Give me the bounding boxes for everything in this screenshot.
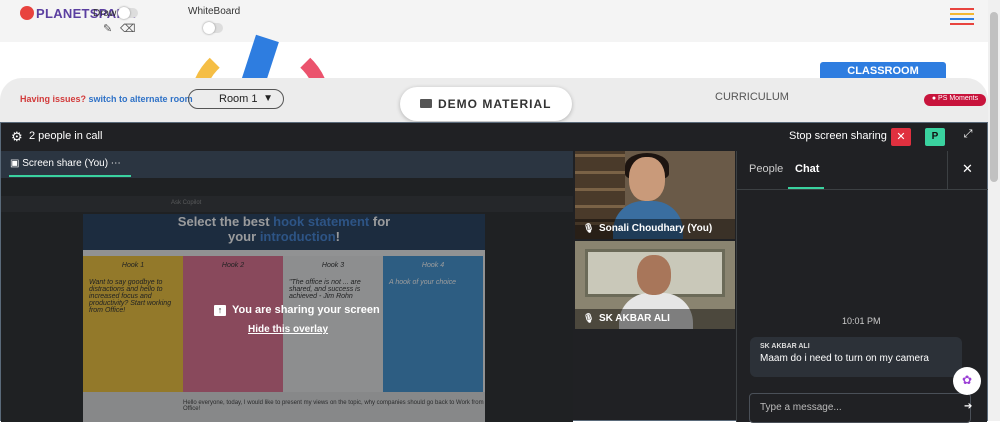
scrollbar[interactable]: [988, 0, 1000, 421]
stop-sharing-button[interactable]: ✕: [891, 128, 911, 146]
meeting-header: ⚙ 2 people in call Stop screen sharing ✕…: [1, 123, 987, 151]
demo-material-button[interactable]: DEMO MATERIAL: [400, 87, 572, 121]
screen-share-label: ▣ Screen share (You) ⋯: [10, 158, 121, 169]
tab-chat[interactable]: Chat: [795, 163, 819, 175]
gear-icon[interactable]: ⚙: [11, 129, 23, 145]
hide-overlay-link[interactable]: Hide this overlay: [248, 324, 328, 335]
whiteboard-toggle[interactable]: [203, 22, 223, 34]
room-select-value: Room 1: [219, 93, 258, 105]
hamburger-menu-icon[interactable]: [950, 8, 974, 28]
ps-moments-badge[interactable]: ● PS Moments: [924, 94, 986, 106]
divider: [947, 151, 948, 189]
message-sender: SK AKBAR ALI: [760, 343, 810, 350]
participant-name: SK AKBAR ALI: [599, 313, 670, 324]
draw-label: Draw: [93, 8, 117, 19]
chat-input[interactable]: Type a message... ➔: [749, 393, 972, 423]
whiteboard-label: WhiteBoard: [188, 6, 241, 17]
stop-sharing-label: Stop screen sharing: [789, 130, 887, 142]
alternate-room-link[interactable]: switch to alternate room: [89, 94, 193, 104]
participant-video[interactable]: 🎙 SK AKBAR ALI: [575, 241, 735, 329]
top-bar: PLANETSPARK Draw ✎ ⌫ WhiteBoard: [0, 0, 988, 42]
logo-icon: [20, 6, 34, 20]
brain-assistant-icon[interactable]: ✿: [953, 367, 981, 395]
mic-icon: 🎙: [583, 223, 595, 233]
close-icon[interactable]: ✕: [962, 161, 973, 177]
chat-message: SK AKBAR ALI Maam do i need to turn on m…: [750, 337, 962, 377]
tab-underline: [9, 175, 131, 177]
screen-share-tab[interactable]: ▣ Screen share (You) ⋯: [1, 151, 573, 178]
chevron-down-icon: ▼: [263, 93, 273, 104]
message-text: Maam do i need to turn on my camera: [760, 353, 929, 364]
share-overlay: [1, 178, 573, 422]
curriculum-tab[interactable]: CURRICULUM: [715, 91, 789, 103]
participant-face: [637, 255, 671, 295]
folder-icon: [420, 99, 432, 108]
send-icon[interactable]: ➔: [964, 401, 972, 412]
share-icon: ↑: [214, 305, 226, 316]
demo-material-label: DEMO MATERIAL: [438, 97, 552, 111]
eraser-icon[interactable]: ⌫: [120, 22, 136, 35]
people-count: 2 people in call: [29, 130, 103, 142]
draw-toggle[interactable]: [118, 7, 138, 19]
mic-icon: 🎙: [583, 313, 595, 323]
ps-moments-label: PS Moments: [938, 95, 979, 102]
participant-name-bar: 🎙 SK AKBAR ALI: [575, 309, 735, 329]
participant-video[interactable]: 🎙 Sonali Choudhary (You): [575, 151, 735, 239]
p-badge-button[interactable]: P: [925, 128, 945, 146]
sharing-message-text: You are sharing your screen: [232, 304, 380, 316]
divider: [737, 189, 988, 190]
chat-timestamp: 10:01 PM: [842, 316, 881, 326]
participant-name-bar: 🎙 Sonali Choudhary (You): [575, 219, 735, 239]
scrollbar-thumb[interactable]: [990, 12, 998, 182]
participant-face: [629, 157, 665, 201]
screen-share-text: Screen share (You): [22, 158, 109, 169]
tab-people[interactable]: People: [749, 163, 783, 175]
sharing-message: ↑ You are sharing your screen: [214, 304, 380, 316]
issue-message: Having issues? switch to alternate room: [20, 94, 193, 104]
pencil-icon[interactable]: ✎: [103, 22, 112, 35]
fullscreen-icon[interactable]: ⤢: [959, 128, 977, 146]
participant-name: Sonali Choudhary (You): [599, 223, 713, 234]
chat-sidebar: People Chat ✕ 10:01 PM SK AKBAR ALI Maam…: [736, 151, 988, 423]
chat-input-placeholder: Type a message...: [760, 402, 842, 413]
meeting-panel: ⚙ 2 people in call Stop screen sharing ✕…: [0, 122, 988, 423]
issue-text: Having issues?: [20, 94, 87, 104]
room-select[interactable]: Room 1 ▼: [188, 89, 284, 109]
